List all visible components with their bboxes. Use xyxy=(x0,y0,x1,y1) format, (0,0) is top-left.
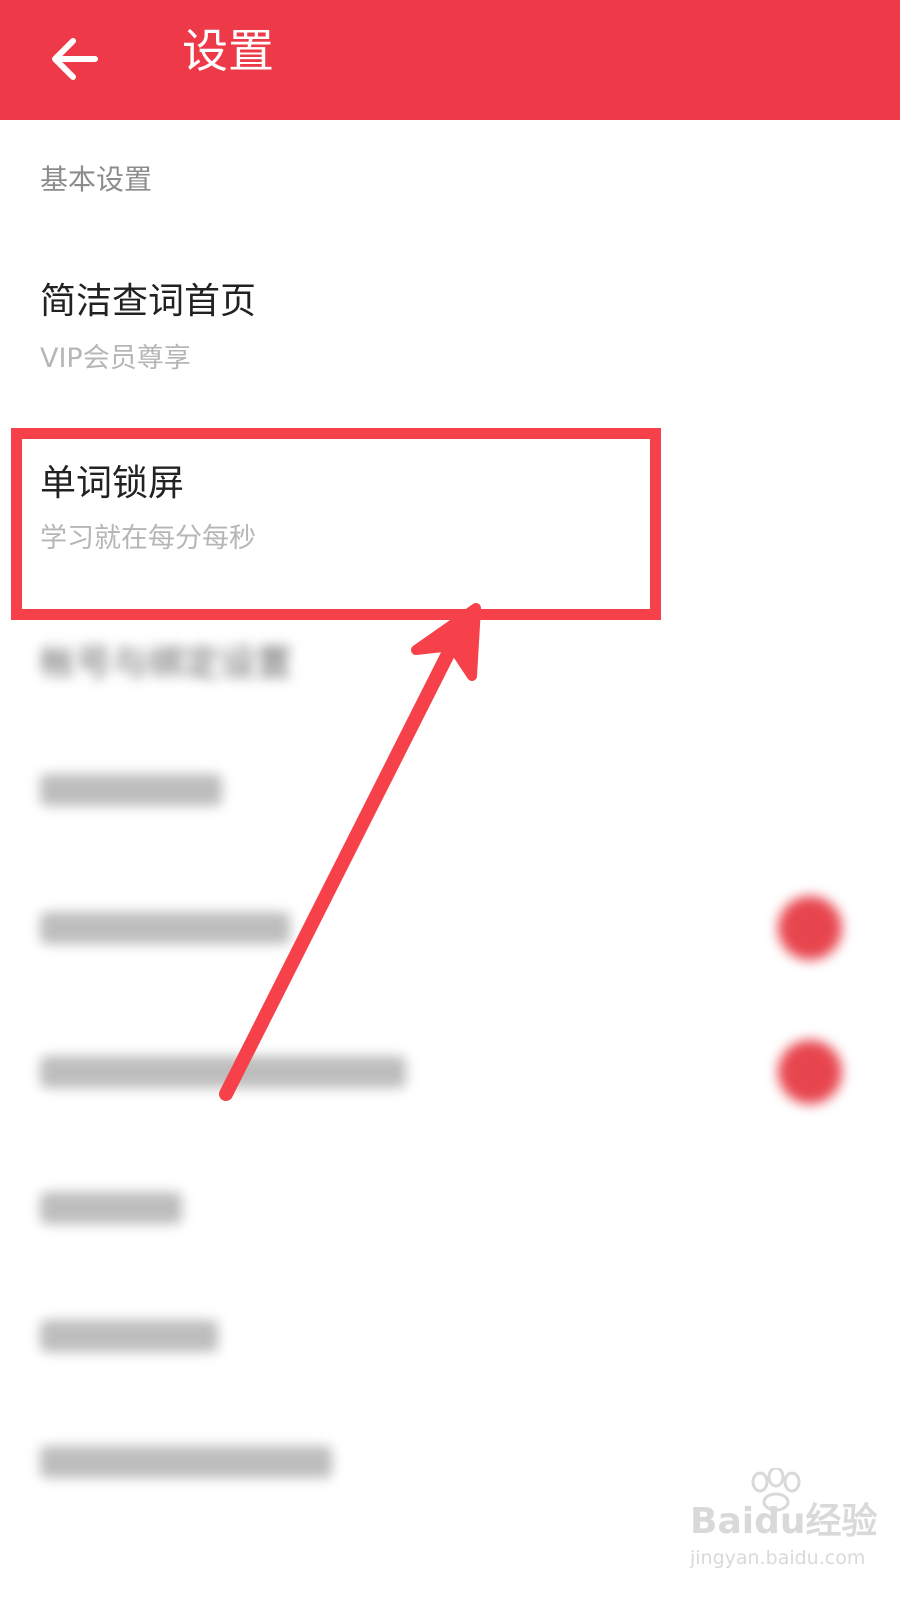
baidu-jingyan-watermark: Baidu经验 jingyan.baidu.com xyxy=(690,1468,880,1578)
settings-item-subtitle: VIP会员尊享 xyxy=(40,343,191,374)
watermark-cn: 经验 xyxy=(805,1501,878,1542)
toggle-switch[interactable] xyxy=(778,1040,842,1104)
blurred-item-row[interactable] xyxy=(40,1192,182,1224)
blurred-item-row[interactable] xyxy=(40,912,290,944)
app-header: 设置 xyxy=(0,0,900,120)
arrow-left-icon xyxy=(52,38,98,80)
blurred-item-row[interactable] xyxy=(40,1056,406,1088)
settings-item-title: 帐号与绑定设置 xyxy=(40,643,293,684)
section-label-basic: 基本设置 xyxy=(40,163,153,196)
page-title: 设置 xyxy=(182,24,274,78)
watermark-brand: Bai xyxy=(690,1501,755,1542)
watermark-brand-suffix: du xyxy=(754,1501,806,1542)
toggle-switch[interactable] xyxy=(778,896,842,960)
settings-item-simple-home[interactable]: 简洁查词首页 VIP会员尊享 xyxy=(0,270,900,410)
highlight-box xyxy=(11,428,661,620)
blurred-item-row[interactable] xyxy=(40,774,222,806)
watermark-url: jingyan.baidu.com xyxy=(690,1547,866,1569)
blurred-item-row[interactable] xyxy=(40,1446,332,1478)
settings-item-title: 简洁查词首页 xyxy=(40,281,257,322)
blurred-item-row[interactable] xyxy=(40,1320,218,1352)
back-button[interactable] xyxy=(40,24,110,94)
settings-item-account-binding[interactable]: 帐号与绑定设置 xyxy=(0,636,900,696)
